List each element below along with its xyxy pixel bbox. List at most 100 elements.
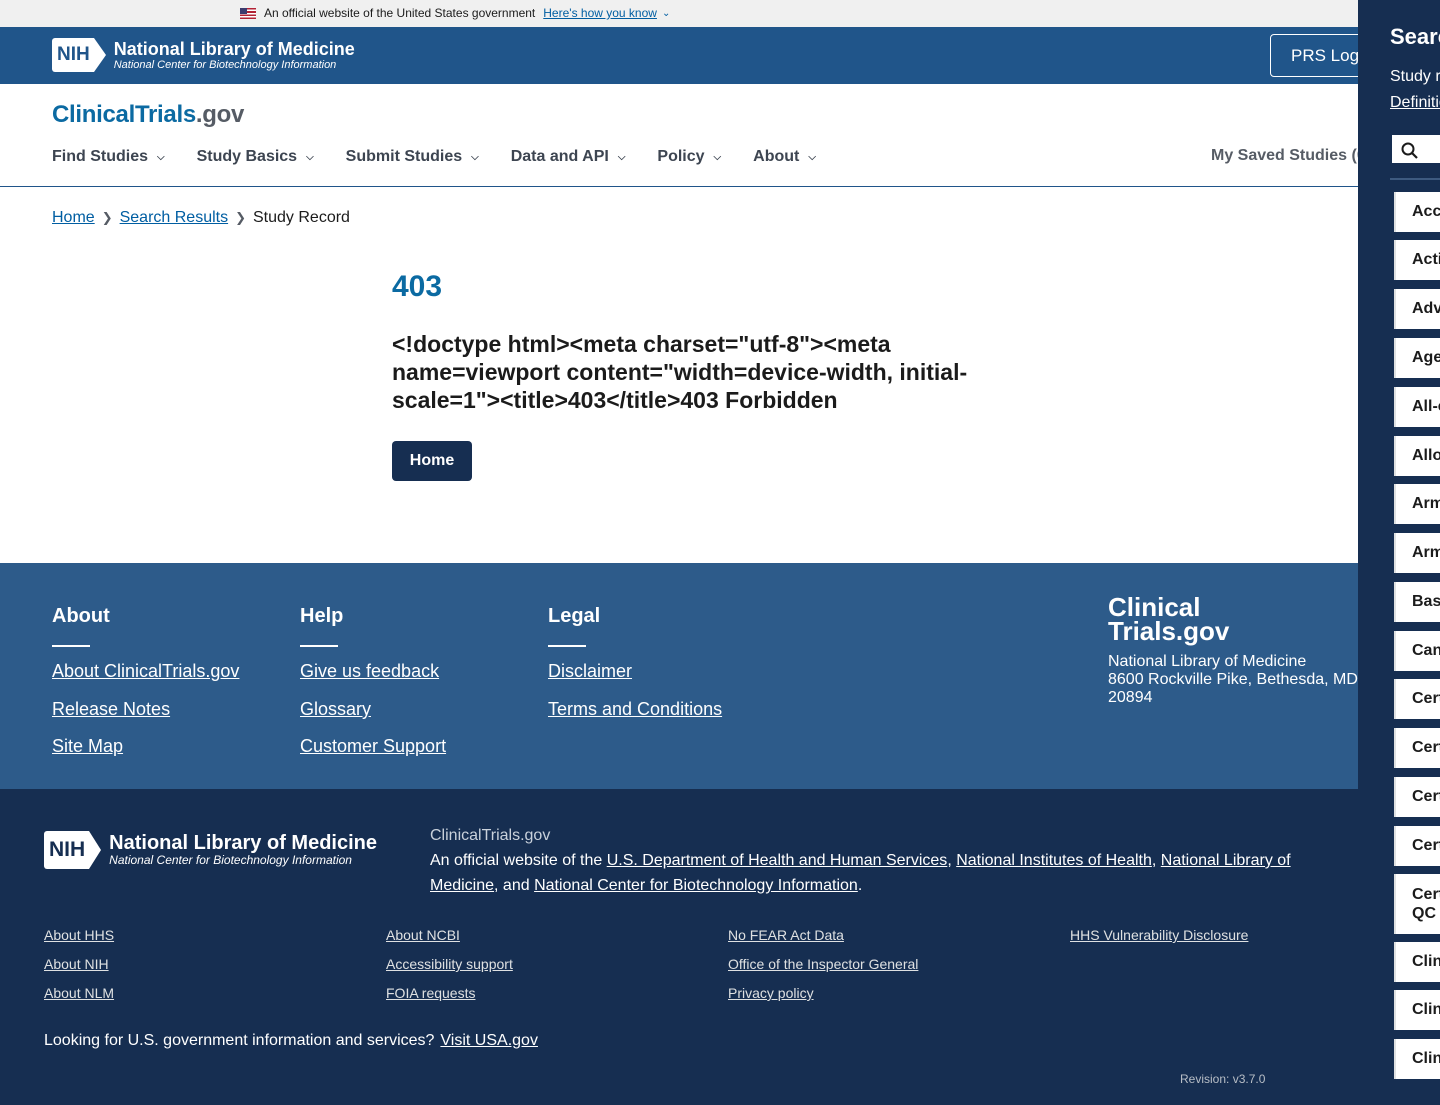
- glossary-term[interactable]: Cert: [1394, 777, 1440, 817]
- glossary-title: Search Glossary: [1390, 24, 1440, 49]
- heading-underline: [300, 645, 338, 647]
- footer-link-disclaimer[interactable]: Disclaimer: [548, 661, 632, 682]
- footer-nlm-subtitle: National Center for Biotechnology Inform…: [109, 853, 352, 867]
- gov-banner: An official website of the United States…: [0, 0, 1358, 27]
- glossary-term[interactable]: Canc: [1394, 631, 1440, 671]
- chevron-right-icon: ❯: [101, 210, 113, 225]
- footer-address: 8600 Rockville Pike, Bethesda, MD 20894: [1108, 671, 1358, 706]
- footer-nlm-logo[interactable]: NIH National Library of Medicine Nationa…: [44, 830, 377, 869]
- revision-label: Revision: v3.7.0: [1180, 1072, 1266, 1086]
- glossary-term[interactable]: Clini: [1394, 942, 1440, 982]
- breadcrumb-home[interactable]: Home: [52, 209, 95, 227]
- how-you-know-link[interactable]: Here's how you know: [543, 6, 657, 20]
- glossary-term[interactable]: Base: [1394, 582, 1440, 622]
- inspector-general-link[interactable]: Office of the Inspector General: [728, 956, 918, 972]
- heading-underline: [548, 645, 586, 647]
- footer-help-heading: Help: [300, 605, 344, 627]
- my-saved-studies-link[interactable]: My Saved Studies (0): [1211, 147, 1371, 165]
- nih-header: NIH National Library of Medicine Nationa…: [0, 27, 1400, 84]
- nav-submit-studies[interactable]: Submit Studies ⌵: [346, 148, 479, 166]
- nav-policy[interactable]: Policy ⌵: [657, 148, 721, 166]
- about-ncbi-link[interactable]: About NCBI: [386, 927, 460, 943]
- nav-find-studies[interactable]: Find Studies ⌵: [52, 148, 165, 166]
- glossary-term[interactable]: Acc: [1394, 192, 1440, 232]
- footer-site-name: ClinicalTrials.gov: [430, 827, 551, 844]
- us-flag-icon: [240, 7, 256, 19]
- glossary-term[interactable]: Cert: [1394, 826, 1440, 866]
- glossary-term[interactable]: Adv: [1394, 289, 1440, 329]
- clinicaltrials-logo[interactable]: ClinicalTrials.gov: [52, 101, 244, 129]
- glossary-term[interactable]: Clini: [1394, 990, 1440, 1030]
- nih-link[interactable]: National Institutes of Health: [956, 852, 1152, 869]
- no-fear-act-link[interactable]: No FEAR Act Data: [728, 927, 844, 943]
- glossary-term[interactable]: Clini: [1394, 1039, 1440, 1079]
- footer-link-about-ct[interactable]: About ClinicalTrials.gov: [52, 661, 239, 682]
- chevron-down-icon: ⌵: [306, 151, 314, 163]
- nlm-logo[interactable]: NIH National Library of Medicine Nationa…: [52, 38, 355, 72]
- nlm-subtitle: National Center for Biotechnology Inform…: [113, 58, 337, 71]
- footer-link-site-map[interactable]: Site Map: [52, 736, 123, 757]
- accessibility-support-link[interactable]: Accessibility support: [386, 956, 513, 972]
- glossary-term[interactable]: Cert: [1394, 728, 1440, 768]
- glossary-search-input[interactable]: [1390, 133, 1440, 165]
- glossary-term[interactable]: Cert: [1394, 679, 1440, 719]
- chevron-down-icon: ⌵: [808, 151, 816, 163]
- ncbi-link[interactable]: National Center for Biotechnology Inform…: [534, 877, 858, 894]
- site-header: ClinicalTrials.gov Find Studies ⌵ Study B…: [0, 84, 1371, 187]
- chevron-down-icon[interactable]: ⌄: [662, 8, 670, 19]
- glossary-subtitle: Study record managers: refer to the: [1390, 68, 1440, 85]
- footer-link-customer-support[interactable]: Customer Support: [300, 736, 446, 757]
- glossary-term[interactable]: Allo: [1394, 436, 1440, 476]
- chevron-right-icon: ❯: [235, 210, 246, 225]
- nih-badge-icon: NIH: [44, 830, 102, 869]
- nlm-title: National Library of Medicine: [113, 38, 355, 59]
- footer-about-heading: About: [52, 605, 110, 627]
- footer-legal-heading: Legal: [548, 605, 601, 627]
- error-code: 403: [392, 270, 443, 303]
- glossary-panel: Search Glossary Study record managers: r…: [1358, 0, 1440, 1105]
- footer-link-glossary[interactable]: Glossary: [300, 699, 371, 720]
- home-button[interactable]: Home: [392, 441, 472, 481]
- glossary-term[interactable]: All-c: [1394, 387, 1440, 427]
- definitions-link[interactable]: Definitions: [1390, 94, 1440, 112]
- privacy-policy-link[interactable]: Privacy policy: [728, 985, 814, 1001]
- foia-requests-link[interactable]: FOIA requests: [386, 985, 475, 1001]
- usa-gov-line: Looking for U.S. government information …: [44, 1032, 538, 1049]
- footer-link-release-notes[interactable]: Release Notes: [52, 699, 170, 720]
- glossary-term[interactable]: Acti: [1394, 240, 1440, 280]
- about-hhs-link[interactable]: About HHS: [44, 927, 114, 943]
- search-icon: [1401, 142, 1418, 159]
- chevron-down-icon: ⌵: [713, 151, 722, 163]
- hhs-link[interactable]: U.S. Department of Health and Human Serv…: [607, 852, 948, 869]
- nav-data-and-api[interactable]: Data and API ⌵: [511, 148, 626, 166]
- breadcrumb-search-results[interactable]: Search Results: [120, 209, 229, 227]
- vulnerability-disclosure-link[interactable]: HHS Vulnerability Disclosure: [1070, 927, 1248, 943]
- footer-brand: Clinical Trials.gov National Library of …: [1108, 594, 1358, 707]
- footer-nlm-title: National Library of Medicine: [109, 832, 377, 854]
- footer-org: National Library of Medicine: [1108, 653, 1307, 670]
- footer-top: About About ClinicalTrials.gov Release N…: [0, 563, 1358, 789]
- footer-link-feedback[interactable]: Give us feedback: [300, 661, 439, 682]
- nav-about[interactable]: About ⌵: [753, 148, 816, 166]
- about-nlm-link[interactable]: About NLM: [44, 985, 114, 1001]
- glossary-term[interactable]: Age: [1394, 338, 1440, 378]
- about-nih-link[interactable]: About NIH: [44, 956, 109, 972]
- visit-usa-gov-link[interactable]: Visit USA.gov: [440, 1032, 538, 1049]
- main-nav: Find Studies ⌵ Study Basics ⌵ Submit Studi…: [52, 148, 848, 166]
- footer-logo-line2: Trials.gov: [1108, 616, 1230, 646]
- glossary-term[interactable]: Arm: [1394, 533, 1440, 573]
- chevron-down-icon: ⌵: [617, 151, 626, 163]
- glossary-divider: [1390, 178, 1440, 180]
- glossary-term[interactable]: Arm: [1394, 484, 1440, 524]
- glossary-term[interactable]: Cert QC c: [1394, 874, 1440, 934]
- breadcrumb: Home ❯ Search Results ❯ Study Record: [52, 209, 350, 227]
- breadcrumb-current: Study Record: [253, 209, 350, 226]
- nav-study-basics[interactable]: Study Basics ⌵: [197, 148, 314, 166]
- footer-link-terms[interactable]: Terms and Conditions: [548, 699, 722, 720]
- heading-underline: [52, 645, 90, 647]
- gov-banner-text: An official website of the United States…: [264, 6, 536, 20]
- error-message: <!doctype html><meta charset="utf-8"><me…: [392, 331, 968, 413]
- official-website-statement: ClinicalTrials.gov An official website o…: [430, 823, 1360, 898]
- nih-badge-icon: NIH: [52, 38, 106, 72]
- footer-bottom: NIH National Library of Medicine Nationa…: [0, 789, 1358, 1105]
